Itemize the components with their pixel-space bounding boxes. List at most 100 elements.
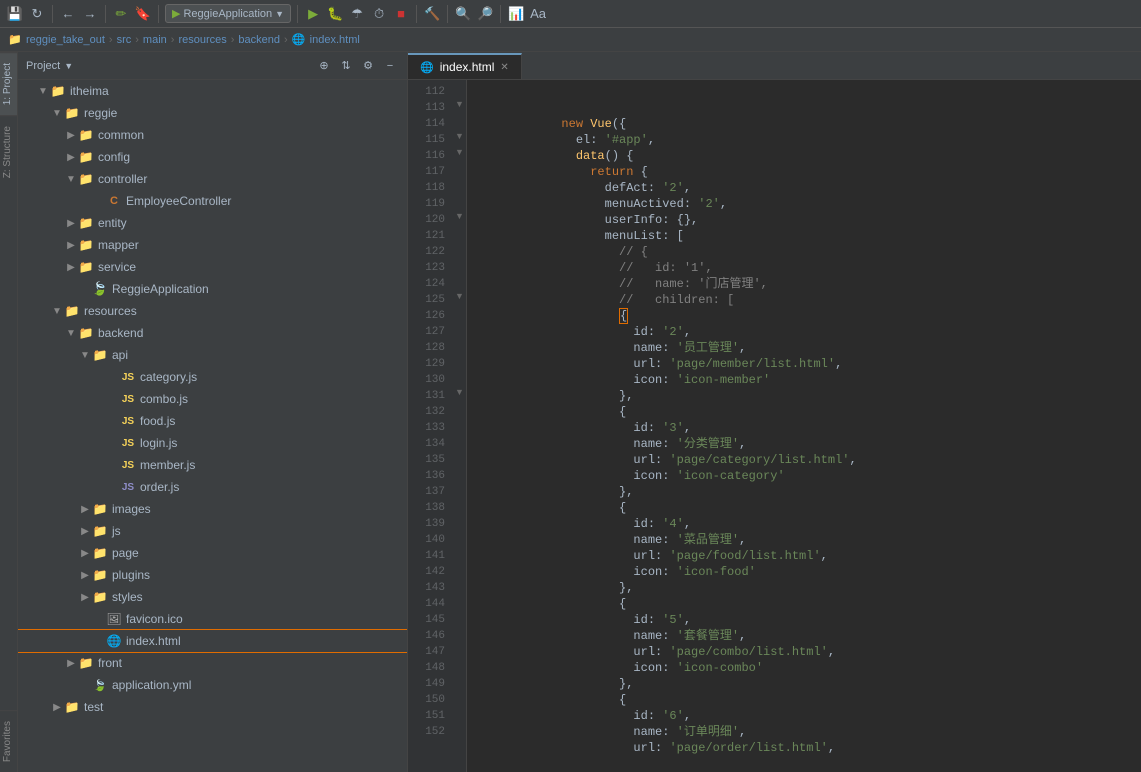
side-label-structure[interactable]: Z: Structure [0,115,17,188]
yml-icon-appyml: 🍃 [92,677,108,693]
js-icon-login: JS [120,435,136,451]
tree-node-index-html[interactable]: 🌐 index.html [18,630,407,652]
breadcrumb-project-icon: 📁 [8,33,22,47]
back-icon[interactable]: ← [59,5,77,23]
tree-node-config[interactable]: ▶ 📁 config [18,146,407,168]
breadcrumb-src[interactable]: src [117,34,132,46]
folder-icon-mapper: 📁 [78,237,94,253]
tree-node-member[interactable]: JS member.js [18,454,407,476]
sidebar-close-btn[interactable]: − [381,57,399,75]
gutter-131[interactable]: ▼ [453,384,466,400]
breadcrumb-main[interactable]: main [143,34,167,46]
side-label-project[interactable]: 1: Project [0,52,17,115]
tree-node-entity[interactable]: ▶ 📁 entity [18,212,407,234]
gutter-119 [453,192,466,208]
forward-icon[interactable]: → [81,5,99,23]
gutter-120[interactable]: ▼ [453,208,466,224]
gutter-114 [453,112,466,128]
editor-tab-close[interactable]: ✕ [500,62,508,73]
tree-node-controller[interactable]: ▼ 📁 controller [18,168,407,190]
ln-145: 145 [408,612,445,628]
js-icon-order: JS [120,479,136,495]
tree-node-backend[interactable]: ▼ 📁 backend [18,322,407,344]
tree-node-resources[interactable]: ▼ 📁 resources [18,300,407,322]
label-index: index.html [126,634,181,648]
label-backend: backend [98,326,143,340]
tree-node-ReggieApplication[interactable]: 🍃 ReggieApplication [18,278,407,300]
tree-node-front[interactable]: ▶ 📁 front [18,652,407,674]
gutter-113[interactable]: ▼ [453,96,466,112]
tree-node-page[interactable]: ▶ 📁 page [18,542,407,564]
editor-area: 🌐 index.html ✕ 112 113 114 115 116 117 1… [408,52,1141,772]
stop-icon[interactable]: ■ [392,5,410,23]
tree-node-login[interactable]: JS login.js [18,432,407,454]
tree-node-category[interactable]: JS category.js [18,366,407,388]
run-icon[interactable]: ▶ [304,5,322,23]
sidebar-settings-btn[interactable]: ⚙ [359,57,377,75]
sidebar-title-label: Project [26,60,60,72]
app-selector-label: ReggieApplication [183,8,272,20]
sidebar-title-arrow[interactable]: ▼ [64,61,73,71]
app-selector[interactable]: ▶ ReggieApplication ▼ [165,4,291,23]
tree-node-food[interactable]: JS food.js [18,410,407,432]
annotate-icon[interactable]: ✏ [112,5,130,23]
ln-138: 138 [408,500,445,516]
label-service: service [98,260,136,274]
breadcrumb-backend[interactable]: backend [238,34,280,46]
tree-node-mapper[interactable]: ▶ 📁 mapper [18,234,407,256]
sync-icon[interactable]: ↻ [28,5,46,23]
tree-node-order[interactable]: JS order.js [18,476,407,498]
tree-node-reggie[interactable]: ▼ 📁 reggie [18,102,407,124]
folder-icon-config: 📁 [78,149,94,165]
save-icon[interactable]: 💾 [6,5,24,23]
ln-120: 120 [408,212,445,228]
tree-node-styles[interactable]: ▶ 📁 styles [18,586,407,608]
coverage-icon[interactable]: ☂ [348,5,366,23]
gutter-116[interactable]: ▼ [453,144,466,160]
side-label-favorites[interactable]: Favorites [0,710,17,772]
editor-tab-index[interactable]: 🌐 index.html ✕ [408,53,522,79]
debug-icon[interactable]: 🐛 [326,5,344,23]
tree-node-common[interactable]: ▶ 📁 common [18,124,407,146]
tree-node-plugins[interactable]: ▶ 📁 plugins [18,564,407,586]
arrow-reggie: ▼ [50,108,64,119]
sidebar-collapse-btn[interactable]: ⇅ [337,57,355,75]
gutter-115[interactable]: ▼ [453,128,466,144]
breadcrumb-file[interactable]: index.html [310,34,360,46]
folder-icon-entity: 📁 [78,215,94,231]
ln-141: 141 [408,548,445,564]
tree-node-appyml[interactable]: 🍃 application.yml [18,674,407,696]
tree-node-api[interactable]: ▼ 📁 api [18,344,407,366]
build-icon[interactable]: 🔨 [423,5,441,23]
profile2-icon[interactable]: 📊 [507,5,525,23]
folder-icon-page: 📁 [92,545,108,561]
ln-124: 124 [408,276,445,292]
breadcrumb-root[interactable]: reggie_take_out [26,34,105,46]
search-results-icon[interactable]: 🔍 [454,5,472,23]
sidebar-tree: ▼ 📁 itheima ▼ 📁 reggie ▶ 📁 common ▶ [18,80,407,772]
toolbar-divider-5 [416,5,417,23]
sidebar-add-btn[interactable]: ⊕ [315,57,333,75]
tree-node-service[interactable]: ▶ 📁 service [18,256,407,278]
tree-node-itheima[interactable]: ▼ 📁 itheima [18,80,407,102]
folder-icon-resources: 📁 [64,303,80,319]
breadcrumb-resources[interactable]: resources [178,34,226,46]
folder-icon-front: 📁 [78,655,94,671]
label-favicon: favicon.ico [126,612,183,626]
profile-icon[interactable]: ⏱ [370,5,388,23]
find-icon[interactable]: 🔎 [476,5,494,23]
code-area[interactable]: new Vue({ el: '#app', data() { return { [467,80,1141,772]
arrow-resources: ▼ [50,306,64,317]
ln-112: 112 [408,84,445,100]
tree-node-test[interactable]: ▶ 📁 test [18,696,407,718]
toolbar: 💾 ↻ ← → ✏ 🔖 ▶ ReggieApplication ▼ ▶ 🐛 ☂ … [0,0,1141,28]
tree-node-EmployeeController[interactable]: C EmployeeController [18,190,407,212]
analyze-icon[interactable]: Aa [529,5,547,23]
tree-node-js[interactable]: ▶ 📁 js [18,520,407,542]
bookmark-icon[interactable]: 🔖 [134,5,152,23]
tree-node-images[interactable]: ▶ 📁 images [18,498,407,520]
tree-node-combo[interactable]: JS combo.js [18,388,407,410]
tree-node-favicon[interactable]: 🖼 favicon.ico [18,608,407,630]
label-mapper: mapper [98,238,139,252]
gutter-125[interactable]: ▼ [453,288,466,304]
